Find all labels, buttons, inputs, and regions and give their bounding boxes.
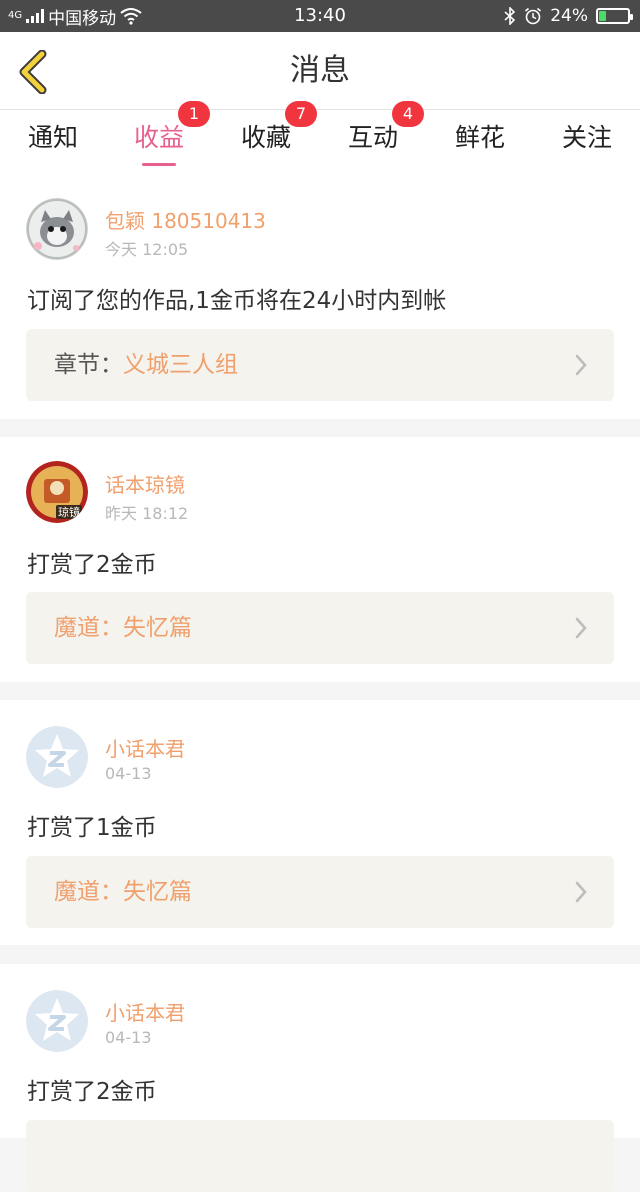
tab-interactions[interactable]: 互动 4 [320, 101, 426, 174]
page-title: 消息 [290, 53, 350, 88]
username[interactable]: 小话本君 [105, 997, 185, 1026]
username[interactable]: 包颖 180510413 [105, 205, 266, 234]
battery-fill [599, 11, 606, 21]
user-avatar[interactable] [26, 990, 88, 1052]
message-card: 包颖 180510413 今天 12:05 订阅了您的作品,1金币将在24小时内… [0, 174, 640, 419]
ref-title: 义城三人组 [123, 352, 238, 378]
work-link[interactable] [26, 1120, 614, 1192]
message-card: 小话本君 04-13 打赏了1金币 魔道：失忆篇 [0, 700, 640, 945]
tab-label: 收益 [133, 123, 184, 152]
battery-icon [596, 8, 633, 24]
unread-badge: 1 [178, 101, 210, 127]
user-avatar[interactable] [26, 198, 88, 260]
tab-following[interactable]: 关注 [534, 110, 640, 174]
message-text: 打赏了2金币 [27, 552, 157, 578]
avatar-text: 琼镜 [58, 505, 80, 519]
tab-flowers[interactable]: 鲜花 [427, 110, 533, 174]
message-card: 小话本君 04-13 打赏了2金币 [0, 964, 640, 1192]
message-card: 琼镜 话本琼镜 昨天 18:12 打赏了2金币 魔道：失忆篇 [0, 437, 640, 682]
ref-label: 魔道：失忆篇 [54, 592, 192, 664]
tab-notifications[interactable]: 通知 [0, 110, 106, 174]
tab-favorites[interactable]: 收藏 7 [213, 101, 319, 174]
tab-label: 鲜花 [454, 123, 505, 152]
status-bar: 4G 中国移动 13:40 24% [0, 0, 640, 32]
chevron-right-icon [575, 354, 587, 376]
ref-label: 魔道：失忆篇 [54, 856, 192, 928]
tab-label: 关注 [561, 123, 612, 152]
tab-label: 通知 [27, 123, 78, 152]
ref-label: 章节：义城三人组 [54, 329, 238, 401]
username[interactable]: 话本琼镜 [105, 469, 185, 498]
message-text: 打赏了1金币 [27, 815, 157, 841]
ref-prefix: 魔道： [54, 615, 123, 641]
tab-label: 收藏 [240, 123, 291, 152]
message-text: 订阅了您的作品,1金币将在24小时内到帐 [27, 288, 447, 314]
chevron-right-icon [575, 617, 587, 639]
ref-title: 失忆篇 [123, 615, 192, 641]
active-tab-indicator [142, 163, 176, 166]
ref-title: 失忆篇 [123, 879, 192, 905]
chevron-right-icon [575, 881, 587, 903]
username[interactable]: 小话本君 [105, 733, 185, 762]
ref-prefix: 魔道： [54, 879, 123, 905]
ref-prefix: 章节： [54, 352, 123, 378]
tab-label: 互动 [347, 123, 398, 152]
timestamp: 04-13 [105, 764, 152, 783]
tab-earnings[interactable]: 收益 1 [106, 101, 212, 174]
timestamp: 今天 12:05 [105, 240, 189, 259]
message-text: 打赏了2金币 [27, 1079, 157, 1105]
user-avatar[interactable] [26, 726, 88, 788]
work-link[interactable]: 魔道：失忆篇 [26, 856, 614, 928]
timestamp: 04-13 [105, 1028, 152, 1047]
status-right: 24% [504, 0, 633, 32]
work-link[interactable]: 魔道：失忆篇 [26, 592, 614, 664]
tab-bar: 通知 收益 1 收藏 7 互动 4 鲜花 关注 [0, 101, 640, 174]
unread-badge: 4 [392, 101, 424, 127]
nav-header: 消息 [0, 32, 640, 110]
bluetooth-icon [504, 7, 516, 25]
unread-badge: 7 [285, 101, 317, 127]
timestamp: 昨天 18:12 [105, 504, 189, 523]
alarm-icon [525, 7, 542, 25]
battery-percent: 24% [550, 6, 588, 26]
user-avatar[interactable]: 琼镜 [26, 461, 88, 523]
chapter-link[interactable]: 章节：义城三人组 [26, 329, 614, 401]
